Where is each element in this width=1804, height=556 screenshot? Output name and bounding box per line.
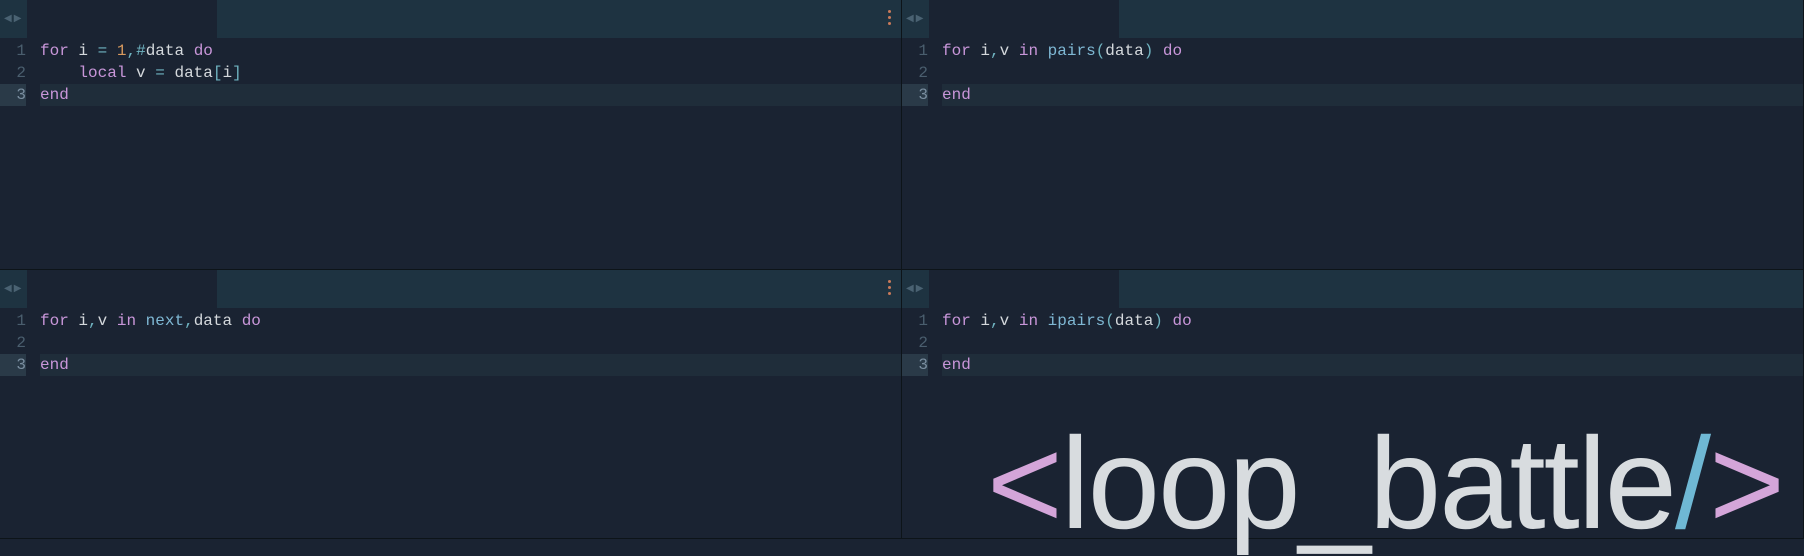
line-gutter: 123	[0, 310, 40, 539]
tab-next-icon[interactable]: ▶	[916, 283, 924, 295]
tab-next-icon[interactable]: ▶	[14, 13, 22, 25]
code-line[interactable]: end	[942, 84, 1803, 106]
pane-bottom-left: ◀ ▶ 123 for i,v in next,data do end	[0, 270, 902, 540]
line-number: 1	[0, 40, 26, 62]
tabbar: ◀ ▶	[0, 270, 901, 308]
tab-next-icon[interactable]: ▶	[14, 283, 22, 295]
tab-nav: ◀ ▶	[0, 283, 21, 295]
pane-bottom-right: ◀ ▶ 123 for i,v in ipairs(data) doend <l…	[902, 270, 1804, 540]
code-line[interactable]: for i,v in next,data do	[40, 310, 901, 332]
editor-tab[interactable]	[929, 270, 1119, 308]
tabbar: ◀ ▶	[902, 270, 1803, 308]
line-number: 1	[0, 310, 26, 332]
line-gutter: 123	[902, 40, 942, 269]
line-number: 2	[902, 332, 928, 354]
kebab-menu-icon[interactable]	[888, 280, 891, 295]
tab-prev-icon[interactable]: ◀	[906, 13, 914, 25]
tab-nav: ◀ ▶	[902, 13, 923, 25]
line-number: 3	[0, 84, 26, 106]
code-line[interactable]	[40, 332, 901, 354]
tab-prev-icon[interactable]: ◀	[4, 13, 12, 25]
code-area[interactable]: for i,v in ipairs(data) do end	[942, 310, 1803, 539]
line-number: 2	[902, 62, 928, 84]
code-line[interactable]: for i = 1,#data do	[40, 40, 901, 62]
code-editor[interactable]: 123 for i,v in next,data do end	[0, 308, 901, 539]
line-gutter: 123	[0, 40, 40, 269]
code-area[interactable]: for i,v in next,data do end	[40, 310, 901, 539]
line-gutter: 123	[902, 310, 942, 539]
editor-grid: ◀ ▶ 123 for i = 1,#data do local v = dat…	[0, 0, 1804, 539]
line-number: 2	[0, 62, 26, 84]
code-area[interactable]: for i,v in pairs(data) do end	[942, 40, 1803, 269]
tab-next-icon[interactable]: ▶	[916, 13, 924, 25]
pane-top-right: ◀ ▶ 123 for i,v in pairs(data) do end	[902, 0, 1804, 270]
code-editor[interactable]: 123 for i,v in ipairs(data) do end	[902, 308, 1803, 539]
editor-tab[interactable]	[27, 0, 217, 38]
line-number: 2	[0, 332, 26, 354]
tabbar: ◀ ▶	[902, 0, 1803, 38]
editor-tab[interactable]	[929, 0, 1119, 38]
tab-prev-icon[interactable]: ◀	[906, 283, 914, 295]
code-line[interactable]	[942, 332, 1803, 354]
tab-nav: ◀ ▶	[0, 13, 21, 25]
code-area[interactable]: for i = 1,#data do local v = data[i]end	[40, 40, 901, 269]
code-editor[interactable]: 123 for i = 1,#data do local v = data[i]…	[0, 38, 901, 269]
code-line[interactable]: for i,v in ipairs(data) do	[942, 310, 1803, 332]
pane-top-left: ◀ ▶ 123 for i = 1,#data do local v = dat…	[0, 0, 902, 270]
line-number: 1	[902, 310, 928, 332]
tabbar: ◀ ▶	[0, 0, 901, 38]
code-line[interactable]: end	[942, 354, 1803, 376]
tab-nav: ◀ ▶	[902, 283, 923, 295]
code-line[interactable]: end	[40, 354, 901, 376]
code-editor[interactable]: 123 for i,v in pairs(data) do end	[902, 38, 1803, 269]
line-number: 3	[0, 354, 26, 376]
line-number: 1	[902, 40, 928, 62]
code-line[interactable]: for i,v in pairs(data) do	[942, 40, 1803, 62]
code-line[interactable]: local v = data[i]	[40, 62, 901, 84]
editor-tab[interactable]	[27, 270, 217, 308]
code-line[interactable]	[942, 62, 1803, 84]
line-number: 3	[902, 354, 928, 376]
code-line[interactable]: end	[40, 84, 901, 106]
line-number: 3	[902, 84, 928, 106]
tab-prev-icon[interactable]: ◀	[4, 283, 12, 295]
kebab-menu-icon[interactable]	[888, 10, 891, 25]
